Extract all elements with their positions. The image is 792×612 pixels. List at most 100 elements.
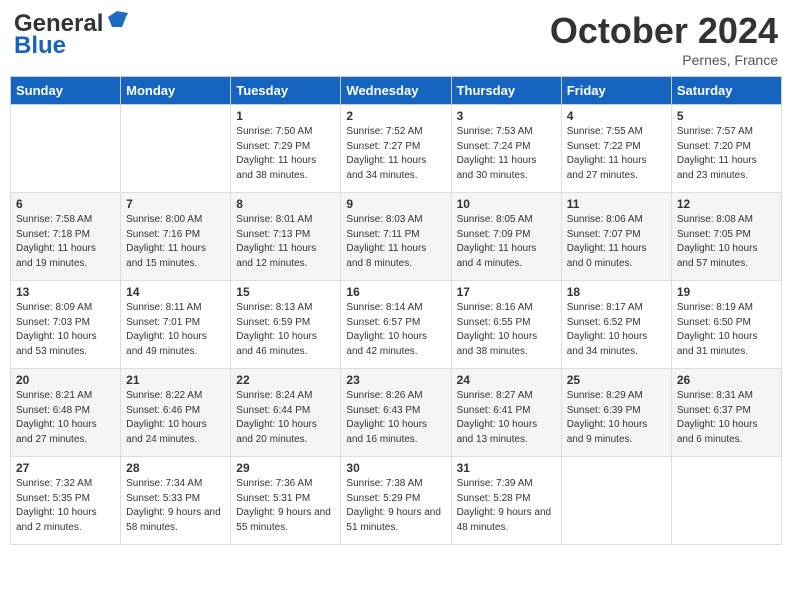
calendar-cell: 21 Sunrise: 8:22 AMSunset: 6:46 PMDayligh… (121, 369, 231, 457)
day-info: Sunrise: 8:06 AMSunset: 7:07 PMDaylight:… (567, 213, 666, 271)
day-number: 7 (126, 197, 225, 211)
calendar-cell: 12 Sunrise: 8:08 AMSunset: 7:05 PMDayligh… (671, 193, 781, 281)
day-info: Sunrise: 8:14 AMSunset: 6:57 PMDaylight:… (346, 301, 445, 359)
day-number: 27 (16, 461, 115, 475)
day-info: Sunrise: 8:00 AMSunset: 7:16 PMDaylight:… (126, 213, 225, 271)
day-info: Sunrise: 8:16 AMSunset: 6:55 PMDaylight:… (457, 301, 556, 359)
calendar-cell: 14 Sunrise: 8:11 AMSunset: 7:01 PMDayligh… (121, 281, 231, 369)
day-number: 1 (236, 109, 335, 123)
calendar-cell: 20Sunrise: 8:21 AMSunset: 6:48 PMDayligh… (11, 369, 121, 457)
day-number: 4 (567, 109, 666, 123)
logo-blue: Blue (14, 32, 66, 60)
day-number: 10 (457, 197, 556, 211)
logo-icon (106, 9, 128, 31)
calendar-cell: 3 Sunrise: 7:53 AMSunset: 7:24 PMDaylight… (451, 105, 561, 193)
day-info: Sunrise: 8:22 AMSunset: 6:46 PMDaylight:… (126, 389, 225, 447)
day-info: Sunrise: 8:01 AMSunset: 7:13 PMDaylight:… (236, 213, 335, 271)
day-number: 26 (677, 373, 776, 387)
day-info: Sunrise: 8:05 AMSunset: 7:09 PMDaylight:… (457, 213, 556, 271)
day-number: 14 (126, 285, 225, 299)
title-block: October 2024 Pernes, France (550, 10, 778, 68)
calendar-cell: 22 Sunrise: 8:24 AMSunset: 6:44 PMDayligh… (231, 369, 341, 457)
day-number: 6 (16, 197, 115, 211)
day-info: Sunrise: 7:39 AMSunset: 5:28 PMDaylight:… (457, 477, 556, 535)
day-info: Sunrise: 8:21 AMSunset: 6:48 PMDaylight:… (16, 389, 115, 447)
calendar-cell: 26 Sunrise: 8:31 AMSunset: 6:37 PMDayligh… (671, 369, 781, 457)
calendar-cell: 2Sunrise: 7:52 AMSunset: 7:27 PMDaylight… (341, 105, 451, 193)
week-row-5: 27 Sunrise: 7:32 AMSunset: 5:35 PMDayligh… (11, 457, 782, 545)
day-number: 12 (677, 197, 776, 211)
weekday-header-row: SundayMondayTuesdayWednesdayThursdayFrid… (11, 77, 782, 105)
day-number: 18 (567, 285, 666, 299)
day-info: Sunrise: 8:09 AMSunset: 7:03 PMDaylight:… (16, 301, 115, 359)
calendar-cell (11, 105, 121, 193)
calendar-cell (561, 457, 671, 545)
day-number: 17 (457, 285, 556, 299)
page-header: General Blue October 2024 Pernes, France (10, 10, 782, 68)
day-info: Sunrise: 7:55 AMSunset: 7:22 PMDaylight:… (567, 125, 666, 183)
day-info: Sunrise: 8:11 AMSunset: 7:01 PMDaylight:… (126, 301, 225, 359)
day-number: 13 (16, 285, 115, 299)
calendar-cell: 30Sunrise: 7:38 AMSunset: 5:29 PMDayligh… (341, 457, 451, 545)
weekday-wednesday: Wednesday (341, 77, 451, 105)
day-info: Sunrise: 7:50 AMSunset: 7:29 PMDaylight:… (236, 125, 335, 183)
day-info: Sunrise: 7:32 AMSunset: 5:35 PMDaylight:… (16, 477, 115, 535)
day-info: Sunrise: 8:17 AMSunset: 6:52 PMDaylight:… (567, 301, 666, 359)
day-info: Sunrise: 7:58 AMSunset: 7:18 PMDaylight:… (16, 213, 115, 271)
day-number: 8 (236, 197, 335, 211)
day-info: Sunrise: 8:31 AMSunset: 6:37 PMDaylight:… (677, 389, 776, 447)
calendar-cell: 19 Sunrise: 8:19 AMSunset: 6:50 PMDayligh… (671, 281, 781, 369)
calendar-cell: 24Sunrise: 8:27 AMSunset: 6:41 PMDayligh… (451, 369, 561, 457)
calendar-cell: 15 Sunrise: 8:13 AMSunset: 6:59 PMDayligh… (231, 281, 341, 369)
weekday-monday: Monday (121, 77, 231, 105)
calendar-cell: 28Sunrise: 7:34 AMSunset: 5:33 PMDayligh… (121, 457, 231, 545)
calendar-cell: 4 Sunrise: 7:55 AMSunset: 7:22 PMDaylight… (561, 105, 671, 193)
calendar-cell: 11 Sunrise: 8:06 AMSunset: 7:07 PMDayligh… (561, 193, 671, 281)
day-number: 11 (567, 197, 666, 211)
week-row-2: 6 Sunrise: 7:58 AMSunset: 7:18 PMDaylight… (11, 193, 782, 281)
day-number: 16 (346, 285, 445, 299)
day-number: 9 (346, 197, 445, 211)
calendar-cell: 16 Sunrise: 8:14 AMSunset: 6:57 PMDayligh… (341, 281, 451, 369)
day-info: Sunrise: 7:36 AMSunset: 5:31 PMDaylight:… (236, 477, 335, 535)
calendar-cell: 29Sunrise: 7:36 AMSunset: 5:31 PMDayligh… (231, 457, 341, 545)
day-info: Sunrise: 8:24 AMSunset: 6:44 PMDaylight:… (236, 389, 335, 447)
weekday-saturday: Saturday (671, 77, 781, 105)
weekday-friday: Friday (561, 77, 671, 105)
day-number: 31 (457, 461, 556, 475)
calendar-cell: 13 Sunrise: 8:09 AMSunset: 7:03 PMDayligh… (11, 281, 121, 369)
day-number: 2 (346, 109, 445, 123)
day-info: Sunrise: 8:08 AMSunset: 7:05 PMDaylight:… (677, 213, 776, 271)
calendar-cell: 6 Sunrise: 7:58 AMSunset: 7:18 PMDaylight… (11, 193, 121, 281)
day-number: 15 (236, 285, 335, 299)
day-info: Sunrise: 8:19 AMSunset: 6:50 PMDaylight:… (677, 301, 776, 359)
day-number: 3 (457, 109, 556, 123)
day-info: Sunrise: 7:57 AMSunset: 7:20 PMDaylight:… (677, 125, 776, 183)
day-number: 23 (346, 373, 445, 387)
calendar-cell: 5 Sunrise: 7:57 AMSunset: 7:20 PMDaylight… (671, 105, 781, 193)
day-number: 25 (567, 373, 666, 387)
calendar-cell: 25Sunrise: 8:29 AMSunset: 6:39 PMDayligh… (561, 369, 671, 457)
week-row-4: 20Sunrise: 8:21 AMSunset: 6:48 PMDayligh… (11, 369, 782, 457)
day-info: Sunrise: 7:38 AMSunset: 5:29 PMDaylight:… (346, 477, 445, 535)
calendar-cell (121, 105, 231, 193)
calendar-cell: 10 Sunrise: 8:05 AMSunset: 7:09 PMDayligh… (451, 193, 561, 281)
calendar-cell: 18 Sunrise: 8:17 AMSunset: 6:52 PMDayligh… (561, 281, 671, 369)
day-info: Sunrise: 8:03 AMSunset: 7:11 PMDaylight:… (346, 213, 445, 271)
location: Pernes, France (550, 52, 778, 68)
calendar-cell: 1 Sunrise: 7:50 AMSunset: 7:29 PMDaylight… (231, 105, 341, 193)
day-number: 21 (126, 373, 225, 387)
week-row-1: 1 Sunrise: 7:50 AMSunset: 7:29 PMDaylight… (11, 105, 782, 193)
calendar-cell (671, 457, 781, 545)
day-info: Sunrise: 8:13 AMSunset: 6:59 PMDaylight:… (236, 301, 335, 359)
weekday-tuesday: Tuesday (231, 77, 341, 105)
day-info: Sunrise: 7:53 AMSunset: 7:24 PMDaylight:… (457, 125, 556, 183)
day-number: 22 (236, 373, 335, 387)
calendar-cell: 23 Sunrise: 8:26 AMSunset: 6:43 PMDayligh… (341, 369, 451, 457)
calendar-table: SundayMondayTuesdayWednesdayThursdayFrid… (10, 76, 782, 545)
calendar-cell: 31 Sunrise: 7:39 AMSunset: 5:28 PMDayligh… (451, 457, 561, 545)
day-number: 5 (677, 109, 776, 123)
day-number: 24 (457, 373, 556, 387)
day-info: Sunrise: 8:26 AMSunset: 6:43 PMDaylight:… (346, 389, 445, 447)
day-number: 19 (677, 285, 776, 299)
